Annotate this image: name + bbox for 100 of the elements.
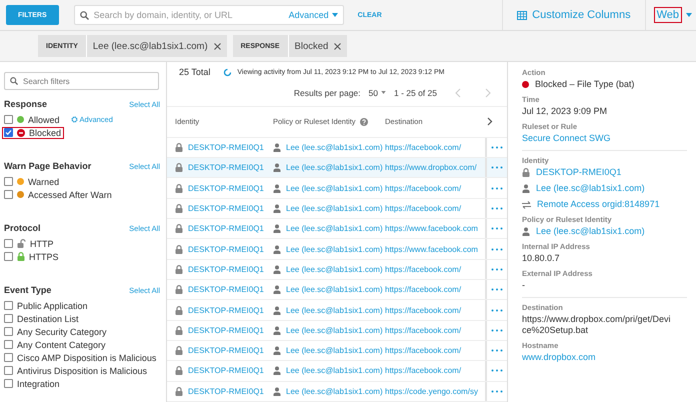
- table-row[interactable]: DESKTOP-RMEI0Q1 Lee (lee.sc@lab1six1.com) https://www.facebook.com: [167, 239, 507, 260]
- option-label: Integration: [17, 378, 60, 388]
- checkbox[interactable]: [4, 301, 13, 310]
- checkbox[interactable]: [4, 379, 13, 388]
- field-link[interactable]: Secure Connect SWG: [522, 133, 672, 144]
- checkbox[interactable]: [4, 239, 13, 248]
- destination-link[interactable]: https://facebook.com/: [385, 143, 462, 152]
- destination-link[interactable]: https://facebook.com/: [385, 285, 462, 294]
- checkbox[interactable]: [4, 340, 13, 349]
- table-row[interactable]: DESKTOP-RMEI0Q1 Lee (lee.sc@lab1six1.com) https://facebook.com/: [167, 300, 507, 321]
- field-link[interactable]: Lee (lee.sc@lab1six1.com): [536, 183, 686, 194]
- help-icon[interactable]: [360, 118, 368, 126]
- field-link[interactable]: DESKTOP-RMEI0Q1: [536, 167, 686, 178]
- destination-link[interactable]: https://www.facebook.com: [385, 244, 478, 254]
- total-count: 25 Total: [179, 67, 210, 77]
- field-link[interactable]: Lee (lee.sc@lab1six1.com): [536, 226, 686, 237]
- policy-link[interactable]: Lee (lee.sc@lab1six1.com): [286, 184, 383, 193]
- identity-link[interactable]: DESKTOP-RMEI0Q1: [188, 244, 264, 254]
- refresh-icon[interactable]: [223, 68, 232, 76]
- checkbox[interactable]: [4, 115, 13, 124]
- checkbox[interactable]: [4, 327, 13, 336]
- checkbox[interactable]: [4, 177, 13, 186]
- checkbox[interactable]: [4, 190, 13, 199]
- field-value: 10.80.0.7: [522, 253, 561, 264]
- chevron-right-icon[interactable]: [487, 117, 493, 126]
- policy-link[interactable]: Lee (lee.sc@lab1six1.com): [286, 285, 383, 294]
- checkbox[interactable]: [4, 314, 13, 323]
- option-label: Blocked: [29, 128, 62, 138]
- destination-link[interactable]: https://facebook.com/: [385, 264, 462, 274]
- person-icon: [273, 244, 281, 254]
- policy-link[interactable]: Lee (lee.sc@lab1six1.com): [286, 143, 383, 152]
- field-link[interactable]: www.dropbox.com: [522, 352, 672, 363]
- identity-link[interactable]: DESKTOP-RMEI0Q1: [188, 163, 264, 172]
- policy-link[interactable]: Lee (lee.sc@lab1six1.com): [286, 326, 383, 335]
- table-row[interactable]: DESKTOP-RMEI0Q1 Lee (lee.sc@lab1six1.com) https://facebook.com/: [167, 260, 507, 280]
- advanced-dropdown[interactable]: Advanced: [288, 10, 329, 20]
- policy-link[interactable]: Lee (lee.sc@lab1six1.com): [286, 346, 383, 356]
- close-icon[interactable]: [334, 42, 342, 50]
- identity-link[interactable]: DESKTOP-RMEI0Q1: [188, 224, 264, 234]
- web-view-dropdown[interactable]: Web: [654, 7, 682, 23]
- destination-link[interactable]: https://facebook.com/: [385, 306, 462, 314]
- close-icon[interactable]: [214, 42, 221, 50]
- policy-link[interactable]: Lee (lee.sc@lab1six1.com): [286, 306, 383, 314]
- table-row[interactable]: DESKTOP-RMEI0Q1 Lee (lee.sc@lab1six1.com) https://www.facebook.com: [167, 219, 507, 240]
- more-icon[interactable]: [491, 288, 503, 292]
- more-icon[interactable]: [491, 308, 503, 312]
- destination-link[interactable]: https://facebook.com/: [385, 366, 462, 376]
- identity-link[interactable]: DESKTOP-RMEI0Q1: [188, 204, 264, 213]
- identity-link[interactable]: DESKTOP-RMEI0Q1: [188, 346, 264, 356]
- more-icon[interactable]: [491, 268, 503, 271]
- customize-columns-button[interactable]: Customize Columns: [502, 0, 646, 30]
- lock-icon: [175, 163, 183, 172]
- more-icon[interactable]: [491, 248, 503, 251]
- more-icon[interactable]: [491, 186, 503, 190]
- destination-link[interactable]: https://facebook.com/: [385, 346, 462, 356]
- policy-link[interactable]: Lee (lee.sc@lab1six1.com): [286, 163, 383, 172]
- table-row[interactable]: DESKTOP-RMEI0Q1 Lee (lee.sc@lab1six1.com) https://facebook.com/: [167, 280, 507, 300]
- table-row[interactable]: DESKTOP-RMEI0Q1 Lee (lee.sc@lab1six1.com) https://facebook.com/: [167, 198, 507, 220]
- person-icon: [273, 224, 281, 234]
- identity-link[interactable]: DESKTOP-RMEI0Q1: [188, 285, 264, 294]
- per-page-dropdown[interactable]: 50: [368, 88, 378, 98]
- destination-link[interactable]: https://facebook.com/: [385, 184, 462, 193]
- destination-link[interactable]: https://www.facebook.com: [385, 224, 478, 234]
- identity-link[interactable]: DESKTOP-RMEI0Q1: [188, 184, 264, 193]
- identity-link[interactable]: DESKTOP-RMEI0Q1: [188, 264, 264, 274]
- more-icon[interactable]: [491, 166, 503, 170]
- destination-link[interactable]: https://www.dropbox.com/: [385, 163, 477, 172]
- more-icon[interactable]: [491, 349, 503, 352]
- table-row[interactable]: DESKTOP-RMEI0Q1 Lee (lee.sc@lab1six1.com) https://facebook.com/: [167, 178, 507, 199]
- table-row[interactable]: DESKTOP-RMEI0Q1 Lee (lee.sc@lab1six1.com) https://facebook.com/: [167, 340, 507, 362]
- more-icon[interactable]: [491, 328, 503, 332]
- identity-link[interactable]: DESKTOP-RMEI0Q1: [188, 386, 264, 396]
- more-icon[interactable]: [491, 227, 503, 230]
- policy-link[interactable]: Lee (lee.sc@lab1six1.com): [286, 204, 383, 213]
- table-row[interactable]: DESKTOP-RMEI0Q1 Lee (lee.sc@lab1six1.com) https://facebook.com/: [167, 320, 507, 341]
- field-link[interactable]: Remote Access orgid:8148971: [537, 199, 687, 210]
- policy-link[interactable]: Lee (lee.sc@lab1six1.com): [286, 264, 383, 274]
- policy-link[interactable]: Lee (lee.sc@lab1six1.com): [286, 366, 383, 376]
- destination-link[interactable]: https://code.yengo.com/sy: [385, 386, 478, 396]
- search-filters-field[interactable]: Search filters: [4, 72, 159, 90]
- destination-link[interactable]: https://facebook.com/: [385, 326, 462, 335]
- table-row[interactable]: DESKTOP-RMEI0Q1 Lee (lee.sc@lab1six1.com) https://www.dropbox.com/: [167, 158, 507, 178]
- identity-link[interactable]: DESKTOP-RMEI0Q1: [188, 366, 264, 376]
- table-row[interactable]: DESKTOP-RMEI0Q1 Lee (lee.sc@lab1six1.com) https://facebook.com/: [167, 361, 507, 382]
- checkbox[interactable]: [4, 252, 13, 261]
- checkbox[interactable]: [4, 128, 13, 137]
- policy-link[interactable]: Lee (lee.sc@lab1six1.com): [286, 224, 383, 234]
- identity-link[interactable]: DESKTOP-RMEI0Q1: [188, 326, 264, 335]
- checkbox[interactable]: [4, 366, 13, 375]
- policy-link[interactable]: Lee (lee.sc@lab1six1.com): [286, 386, 383, 396]
- policy-link[interactable]: Lee (lee.sc@lab1six1.com): [286, 244, 383, 254]
- more-icon[interactable]: [491, 206, 503, 210]
- more-icon[interactable]: [491, 369, 503, 372]
- identity-link[interactable]: DESKTOP-RMEI0Q1: [188, 143, 264, 152]
- destination-link[interactable]: https://facebook.com/: [385, 204, 462, 213]
- table-row[interactable]: DESKTOP-RMEI0Q1 Lee (lee.sc@lab1six1.com) https://code.yengo.com/sy: [167, 382, 507, 402]
- identity-link[interactable]: DESKTOP-RMEI0Q1: [188, 306, 264, 314]
- more-icon[interactable]: [491, 146, 503, 149]
- more-icon[interactable]: [491, 390, 503, 393]
- checkbox[interactable]: [4, 353, 13, 362]
